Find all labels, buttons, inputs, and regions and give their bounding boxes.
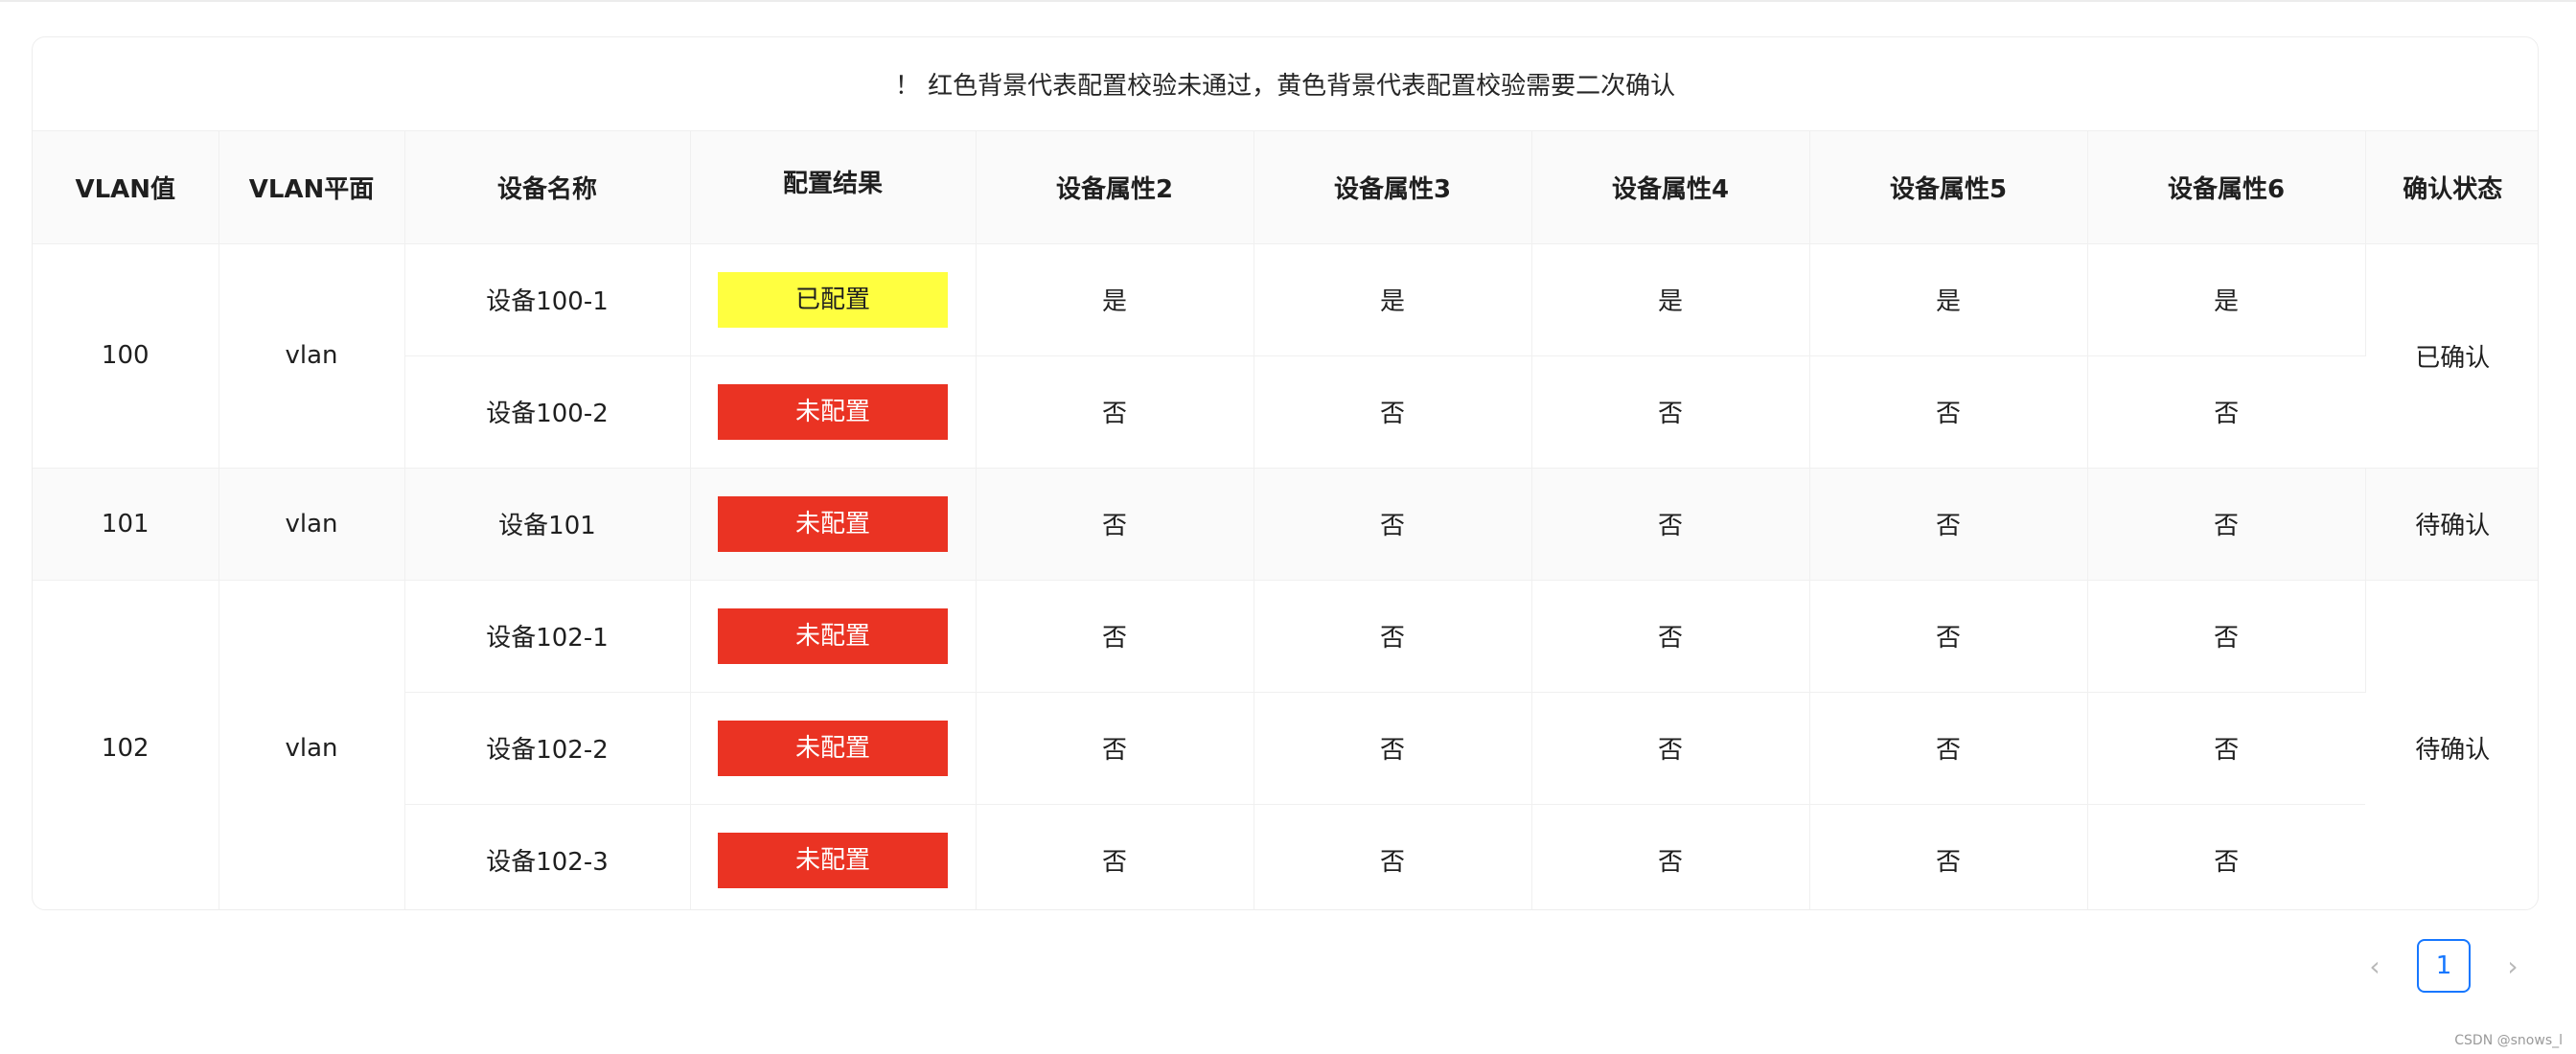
table-notice: ！ 红色背景代表配置校验未通过，黄色背景代表配置校验需要二次确认 — [33, 37, 2538, 131]
config-result-badge: 未配置 — [718, 720, 948, 776]
device-name-cell: 设备102-2 — [404, 692, 691, 805]
watermark: CSDN @snows_l — [2454, 1033, 2563, 1048]
attr-cell: 是 — [1809, 243, 2088, 356]
column-header-config-result: 配置结果 — [690, 131, 977, 244]
vlan-plane-cell: vlan — [218, 243, 405, 469]
config-result-badge: 未配置 — [718, 607, 948, 664]
column-header-attr-6: 设备属性6 — [2087, 131, 2366, 244]
attr-cell: 否 — [1809, 804, 2088, 909]
column-header-vlan: VLAN值 — [33, 131, 219, 244]
confirm-status-cell: 已确认 — [2365, 243, 2538, 469]
attr-cell: 是 — [1531, 243, 1810, 356]
column-header-device-name: 设备名称 — [404, 131, 691, 244]
page: ！ 红色背景代表配置校验未通过，黄色背景代表配置校验需要二次确认 VLAN值 V… — [0, 0, 2576, 1054]
config-table: VLAN值 VLAN平面 设备名称 配置结果 设备属性2 设备属性3 设备属性4… — [33, 131, 2538, 909]
config-result-badge: 未配置 — [718, 383, 948, 440]
attr-cell: 是 — [2087, 243, 2366, 356]
page-1-button[interactable]: 1 — [2417, 939, 2471, 993]
attr-cell: 否 — [1254, 580, 1532, 693]
column-header-attr-3: 设备属性3 — [1254, 131, 1532, 244]
column-header-attr-2: 设备属性2 — [976, 131, 1254, 244]
config-result-cell: 未配置 — [690, 468, 977, 581]
attr-cell: 否 — [1809, 468, 2088, 581]
device-name-cell: 设备100-2 — [404, 355, 691, 469]
table-row: 设备100-2 未配置 否 否 否 否 否 — [33, 355, 2538, 469]
config-result-badge: 未配置 — [718, 832, 948, 888]
config-result-cell: 未配置 — [690, 355, 977, 469]
attr-cell: 否 — [1254, 355, 1532, 469]
attr-cell: 否 — [2087, 804, 2365, 909]
vlan-plane-cell: vlan — [218, 468, 405, 581]
attr-cell: 否 — [976, 580, 1254, 693]
table-body: 100 vlan 设备100-1 已配置 是 是 是 是 是 已确认 设备100… — [33, 243, 2538, 909]
attr-cell: 否 — [1809, 692, 2088, 805]
pagination: ‹ 1 › — [2348, 939, 2540, 993]
attr-cell: 否 — [976, 804, 1254, 909]
attr-cell: 否 — [2087, 355, 2365, 469]
config-result-badge: 已配置 — [718, 271, 948, 328]
column-header-attr-5: 设备属性5 — [1809, 131, 2088, 244]
table-row: 设备102-3 未配置 否 否 否 否 否 — [33, 804, 2538, 909]
attr-cell: 否 — [2087, 580, 2366, 693]
table-header: VLAN值 VLAN平面 设备名称 配置结果 设备属性2 设备属性3 设备属性4… — [33, 131, 2538, 244]
config-result-cell: 未配置 — [690, 580, 977, 693]
chevron-left-icon: ‹ — [2369, 950, 2380, 982]
top-divider — [0, 0, 2576, 2]
attr-cell: 否 — [1531, 804, 1810, 909]
next-page-button[interactable]: › — [2486, 939, 2540, 993]
table-row: 设备102-2 未配置 否 否 否 否 否 — [33, 692, 2538, 805]
prev-page-button[interactable]: ‹ — [2348, 939, 2402, 993]
attr-cell: 否 — [1254, 804, 1532, 909]
config-result-cell: 未配置 — [690, 692, 977, 805]
device-name-cell: 设备100-1 — [404, 243, 691, 356]
table-row: 100 vlan 设备100-1 已配置 是 是 是 是 是 已确认 — [33, 243, 2538, 469]
device-name-cell: 设备102-3 — [404, 804, 691, 909]
attr-cell: 否 — [2087, 468, 2366, 581]
attr-cell: 否 — [1254, 468, 1532, 581]
vlan-cell: 100 — [33, 243, 219, 469]
attr-cell: 否 — [976, 355, 1254, 469]
column-header-confirm-status: 确认状态 — [2365, 131, 2538, 244]
column-header-attr-4: 设备属性4 — [1531, 131, 1810, 244]
config-result-cell: 已配置 — [690, 243, 977, 356]
device-name-cell: 设备101 — [404, 468, 691, 581]
attr-cell: 否 — [976, 692, 1254, 805]
attr-cell: 否 — [1531, 580, 1810, 693]
attr-cell: 否 — [1531, 355, 1810, 469]
device-name-cell: 设备102-1 — [404, 580, 691, 693]
vlan-plane-cell: vlan — [218, 580, 405, 909]
attr-cell: 否 — [1531, 692, 1810, 805]
confirm-status-cell: 待确认 — [2365, 468, 2538, 581]
config-result-cell: 未配置 — [690, 804, 977, 909]
attr-cell: 否 — [1254, 692, 1532, 805]
confirm-status-cell: 待确认 — [2365, 580, 2538, 909]
chevron-right-icon: › — [2507, 950, 2518, 982]
attr-cell: 否 — [1809, 580, 2088, 693]
vlan-cell: 102 — [33, 580, 219, 909]
table-row: 101 vlan 设备101 未配置 否 否 否 否 否 待确认 — [33, 468, 2538, 581]
attr-cell: 否 — [2087, 692, 2365, 805]
header-row: VLAN值 VLAN平面 设备名称 配置结果 设备属性2 设备属性3 设备属性4… — [33, 131, 2538, 244]
attr-cell: 否 — [1809, 355, 2088, 469]
attr-cell: 否 — [976, 468, 1254, 581]
attr-cell: 是 — [1254, 243, 1532, 356]
config-result-badge: 未配置 — [718, 495, 948, 552]
config-table-card: ！ 红色背景代表配置校验未通过，黄色背景代表配置校验需要二次确认 VLAN值 V… — [32, 36, 2539, 910]
attr-cell: 是 — [976, 243, 1254, 356]
table-row: 102 vlan 设备102-1 未配置 否 否 否 否 否 待确认 — [33, 580, 2538, 909]
vlan-cell: 101 — [33, 468, 219, 581]
attr-cell: 否 — [1531, 468, 1810, 581]
column-header-vlan-plane: VLAN平面 — [218, 131, 405, 244]
